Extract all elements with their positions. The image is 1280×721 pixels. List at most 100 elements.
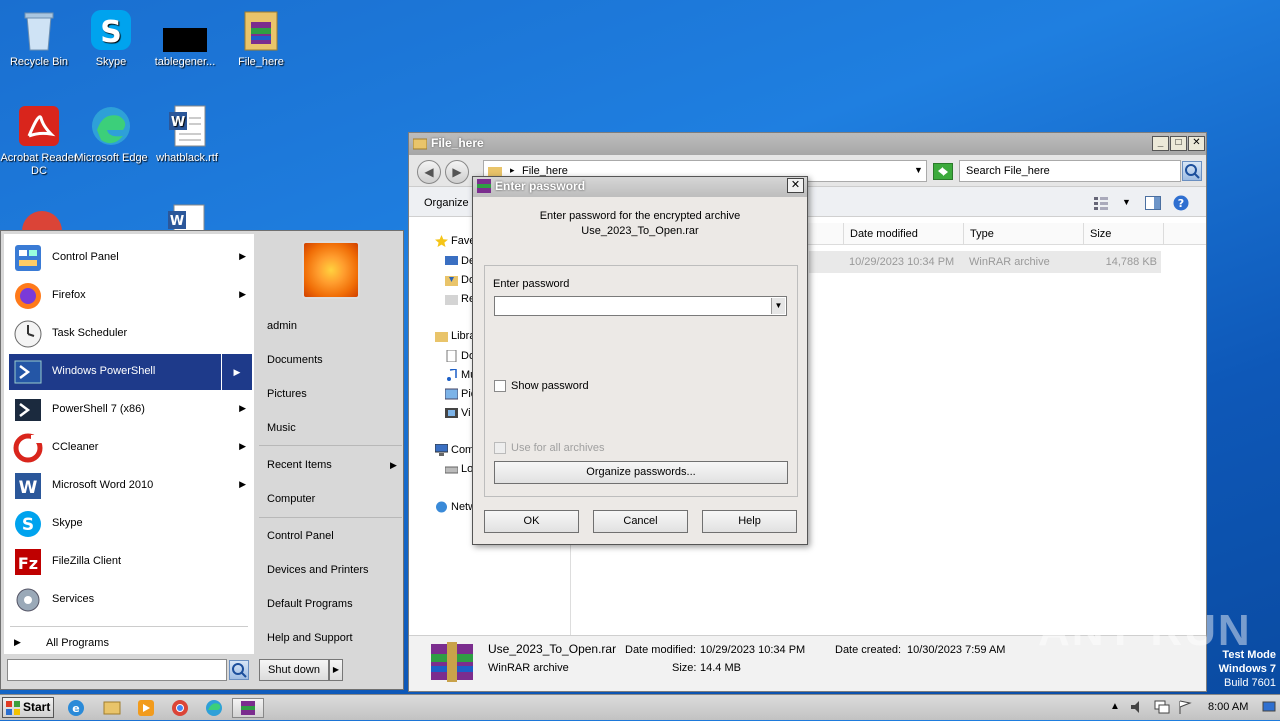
internet-explorer-icon[interactable]: e <box>62 698 90 718</box>
network-icon[interactable] <box>1154 700 1170 717</box>
start-right-default-programs[interactable]: Default Programs <box>267 598 353 610</box>
windows-logo-icon <box>6 701 20 721</box>
dialog-close-button[interactable]: ✕ <box>787 178 804 193</box>
desktop-icon-label: tablegener... <box>154 56 216 68</box>
start-right-documents[interactable]: Documents <box>267 354 323 366</box>
desktop-icon-acrobat[interactable]: Acrobat Reader DC <box>0 104 78 178</box>
start-right-control-panel[interactable]: Control Panel <box>267 530 334 542</box>
start-item-powershell7[interactable]: PowerShell 7 (x86) ▶ <box>9 392 254 428</box>
use-for-all-checkbox[interactable] <box>494 442 506 454</box>
start-right-help-support[interactable]: Help and Support <box>267 632 353 644</box>
folder-icon <box>412 136 428 153</box>
start-item-firefox[interactable]: Firefox ▶ <box>9 278 254 314</box>
start-item-filezilla[interactable]: Fz FileZilla Client <box>9 544 254 580</box>
start-right-music[interactable]: Music <box>267 422 296 434</box>
shutdown-button[interactable]: Shut down <box>259 659 329 681</box>
library-icon <box>435 330 448 342</box>
dialog-message-line2: Use_2023_To_Open.rar <box>581 225 699 237</box>
desktop-icon-file-here[interactable]: File_here <box>222 8 300 69</box>
winrar-taskbar-icon[interactable] <box>232 698 264 718</box>
acrobat-icon <box>17 104 61 148</box>
start-button[interactable]: Start <box>2 697 54 718</box>
user-avatar[interactable] <box>302 241 360 299</box>
filezilla-icon: Fz <box>13 547 43 577</box>
refresh-icon[interactable] <box>933 163 953 180</box>
nav-computer[interactable]: Com <box>434 443 474 456</box>
explorer-taskbar-icon[interactable] <box>98 698 126 718</box>
chevron-down-icon[interactable]: ▼ <box>771 298 785 314</box>
start-item-services[interactable]: Services <box>9 582 254 618</box>
maximize-button[interactable]: □ <box>1170 136 1187 151</box>
start-right-computer[interactable]: Computer <box>267 493 315 505</box>
show-desktop-icon[interactable] <box>1262 700 1276 717</box>
start-right-devices-printers[interactable]: Devices and Printers <box>267 564 369 576</box>
password-input[interactable]: ▼ <box>494 296 787 316</box>
start-right-recent-items[interactable]: Recent Items <box>267 459 332 471</box>
desktop-icon-label: Acrobat Reader DC <box>0 152 78 177</box>
organize-passwords-button[interactable]: Organize passwords... <box>494 461 788 484</box>
chrome-icon[interactable] <box>166 698 194 718</box>
help-button[interactable]: Help <box>702 510 797 533</box>
start-item-task-scheduler[interactable]: Task Scheduler <box>9 316 254 352</box>
explorer-titlebar[interactable]: File_here _ □ ✕ <box>409 133 1206 155</box>
edge-taskbar-icon[interactable] <box>200 698 228 718</box>
view-options-icon[interactable] <box>1093 196 1109 213</box>
chevron-down-icon[interactable]: ▼ <box>914 165 923 175</box>
column-header-type[interactable]: Type <box>963 223 1083 245</box>
nav-videos[interactable]: Vi <box>445 407 471 419</box>
start-item-word[interactable]: W Microsoft Word 2010 ▶ <box>9 468 254 504</box>
search-icon[interactable] <box>229 660 249 680</box>
column-header-size[interactable]: Size <box>1083 223 1163 245</box>
column-header-date-modified[interactable]: Date modified <box>843 223 963 245</box>
minimize-button[interactable]: _ <box>1152 136 1169 151</box>
winrar-folder-icon <box>239 8 283 52</box>
breadcrumb-arrow-icon: ▸ <box>510 165 515 175</box>
column-header-extra[interactable] <box>1163 223 1207 245</box>
start-search-input[interactable] <box>7 659 227 681</box>
start-right-pictures[interactable]: Pictures <box>267 388 307 400</box>
ok-button[interactable]: OK <box>484 510 579 533</box>
chevron-down-icon[interactable]: ▼ <box>1122 197 1131 207</box>
close-button[interactable]: ✕ <box>1188 136 1205 151</box>
start-item-windows-powershell[interactable]: Windows PowerShell <box>9 354 221 390</box>
desktop-icon-edge[interactable]: Microsoft Edge <box>72 104 150 165</box>
start-right-admin[interactable]: admin <box>267 320 297 332</box>
forward-button[interactable]: ▶ <box>445 160 469 184</box>
svg-text:?: ? <box>1178 197 1184 210</box>
preview-pane-icon[interactable] <box>1145 196 1161 213</box>
dialog-title: Enter password <box>495 179 586 193</box>
cancel-button[interactable]: Cancel <box>593 510 688 533</box>
desktop-icon-label: Recycle Bin <box>9 56 69 68</box>
organize-button[interactable]: Organize <box>424 197 469 209</box>
table-row[interactable]: 10/29/2023 10:34 PM WinRAR archive 14,78… <box>809 251 1161 273</box>
action-center-flag-icon[interactable] <box>1178 700 1192 717</box>
volume-icon[interactable] <box>1130 700 1144 717</box>
divider <box>259 445 402 446</box>
start-item-skype[interactable]: S Skype <box>9 506 254 542</box>
start-item-control-panel[interactable]: Control Panel ▶ <box>9 240 254 276</box>
divider <box>259 517 402 518</box>
desktop-icon-skype[interactable]: S Skype <box>72 8 150 69</box>
search-icon[interactable] <box>1182 161 1202 181</box>
dialog-titlebar[interactable]: Enter password ✕ <box>473 177 807 197</box>
divider <box>10 626 248 627</box>
desktop-icon-tablegenerator[interactable]: tablegener... <box>146 8 224 69</box>
help-icon[interactable]: ? <box>1173 195 1189 214</box>
chevron-right-icon[interactable]: ▶ <box>329 659 343 681</box>
clock[interactable]: 8:00 AM <box>1208 701 1248 713</box>
chevron-up-icon[interactable]: ▲ <box>1110 701 1120 712</box>
show-password-checkbox[interactable] <box>494 380 506 392</box>
media-player-icon[interactable] <box>132 698 160 718</box>
all-programs-button[interactable]: ▶ All Programs <box>10 634 248 654</box>
desktop-icon-label: whatblack.rtf <box>156 152 218 164</box>
search-input[interactable]: Search File_here <box>959 160 1181 182</box>
file-type: WinRAR archive <box>969 256 1050 268</box>
svg-text:W: W <box>19 478 38 498</box>
desktop-icon-recycle-bin[interactable]: Recycle Bin <box>0 8 78 69</box>
back-button[interactable]: ◀ <box>417 160 441 184</box>
start-item-ccleaner[interactable]: CCleaner ▶ <box>9 430 254 466</box>
chevron-right-icon[interactable]: ▶ <box>222 354 252 390</box>
file-date-modified: 10/29/2023 10:34 PM <box>849 256 955 268</box>
svg-text:Fz: Fz <box>18 554 38 573</box>
desktop-icon-whatblack[interactable]: W whatblack.rtf <box>148 104 226 165</box>
